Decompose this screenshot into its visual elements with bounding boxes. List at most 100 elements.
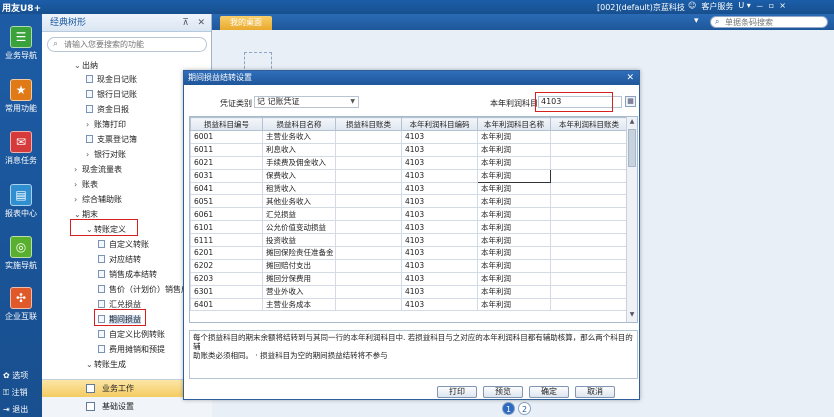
table-cell[interactable]	[335, 194, 402, 209]
table-cell[interactable]	[550, 168, 628, 183]
tree-node-reports[interactable]: › 账表	[74, 179, 98, 190]
table-row[interactable]: 6111 投资收益 4103 本年利润	[190, 233, 628, 248]
table-cell[interactable]: 本年利润	[477, 284, 551, 299]
table-cell[interactable]	[335, 297, 402, 312]
table-cell[interactable]: 租赁收入	[262, 181, 336, 196]
table-row[interactable]: 6021 手续费及佣金收入 4103 本年利润	[190, 155, 628, 170]
table-cell[interactable]: 4103	[401, 194, 478, 209]
table-row[interactable]: 6041 租赁收入 4103 本年利润	[190, 181, 628, 196]
table-cell[interactable]	[550, 246, 628, 260]
tree-leaf-custom-transfer[interactable]: 自定义转账	[98, 239, 149, 250]
service-icon[interactable]: ☺	[688, 1, 696, 12]
table-cell[interactable]: 本年利润	[477, 181, 551, 196]
table-cell[interactable]: 摊回保险责任准备金	[262, 246, 336, 260]
table-cell[interactable]: 6201	[190, 246, 263, 260]
table-row[interactable]: 6201 摊回保险责任准备金 4103 本年利润	[190, 246, 628, 260]
table-cell[interactable]	[550, 284, 628, 299]
table-cell[interactable]: 本年利润	[477, 142, 551, 157]
table-cell[interactable]: 投资收益	[262, 233, 336, 248]
tree-leaf-amortization[interactable]: 费用摊销和预提	[98, 344, 165, 355]
cancel-button[interactable]: 取消	[575, 386, 615, 398]
nav-business[interactable]: ☰ 业务导航	[0, 26, 42, 61]
table-cell[interactable]	[550, 130, 628, 144]
tree-leaf-sales-cost[interactable]: 销售成本结转	[98, 269, 157, 280]
table-cell[interactable]	[335, 207, 402, 222]
table-row[interactable]: 6202 摊回赔付支出 4103 本年利润	[190, 258, 628, 273]
table-cell[interactable]	[335, 155, 402, 170]
table-cell[interactable]: 4103	[401, 168, 478, 183]
table-cell[interactable]: 本年利润	[477, 233, 551, 248]
tree-node-transfer-generate[interactable]: ⌄转账生成	[86, 359, 126, 370]
table-cell[interactable]: 主营业务成本	[262, 297, 336, 312]
table-cell[interactable]: 本年利润	[477, 271, 551, 286]
table-cell[interactable]: 本年利润	[477, 258, 551, 273]
voucher-type-select[interactable]: 记 记账凭证 ▼	[254, 96, 359, 108]
table-cell[interactable]	[335, 181, 402, 196]
table-cell[interactable]: 6401	[190, 297, 263, 312]
column-header[interactable]: 本年利润科目账类	[550, 117, 628, 131]
column-header[interactable]: 损益科目名称	[262, 117, 336, 131]
tree-leaf-corresponding-transfer[interactable]: 对应结转	[98, 254, 141, 265]
table-cell[interactable]: 4103	[401, 297, 478, 312]
table-cell[interactable]: 4103	[401, 284, 478, 299]
table-cell[interactable]: 营业外收入	[262, 284, 336, 299]
tree-leaf-check-register[interactable]: 支票登记簿	[86, 134, 137, 145]
table-cell[interactable]	[335, 220, 402, 235]
tree-node-cash-flow[interactable]: › 现金流量表	[74, 164, 122, 175]
table-cell[interactable]: 公允价值变动损益	[262, 220, 336, 235]
table-row[interactable]: 6301 营业外收入 4103 本年利润	[190, 284, 628, 299]
preview-button[interactable]: 预览	[483, 386, 523, 398]
column-header[interactable]: 损益科目编号	[190, 117, 263, 131]
table-cell[interactable]	[335, 271, 402, 286]
tree-leaf-daily-report[interactable]: 资金日报	[86, 104, 129, 115]
table-cell[interactable]	[550, 194, 628, 209]
page-1-button[interactable]: 1	[502, 402, 515, 415]
table-cell[interactable]	[550, 258, 628, 273]
nav-enterprise[interactable]: ✣ 企业互联	[0, 287, 42, 322]
table-cell[interactable]: 本年利润	[477, 194, 551, 209]
tree-node-book-print[interactable]: › 账簿打印	[86, 119, 126, 130]
table-cell[interactable]: 6001	[190, 130, 263, 144]
table-row[interactable]: 6203 摊回分保费用 4103 本年利润	[190, 271, 628, 286]
table-cell[interactable]: 本年利润	[477, 297, 551, 312]
table-cell[interactable]	[550, 233, 628, 248]
page-2-button[interactable]: 2	[518, 402, 531, 415]
table-cell[interactable]	[335, 130, 402, 144]
table-cell[interactable]: 摊回分保费用	[262, 271, 336, 286]
table-row[interactable]: 6101 公允价值变动损益 4103 本年利润	[190, 220, 628, 235]
table-cell[interactable]: 本年利润	[477, 155, 551, 170]
minimize-button[interactable]: －	[756, 1, 764, 12]
scroll-up-icon[interactable]: ▲	[628, 118, 636, 128]
table-cell[interactable]: 6101	[190, 220, 263, 235]
table-cell[interactable]: 本年利润	[477, 207, 551, 222]
nav-implementation[interactable]: ◎ 实施导航	[0, 236, 42, 271]
table-cell[interactable]	[550, 142, 628, 157]
table-cell[interactable]	[550, 207, 628, 222]
reference-icon[interactable]: ▦	[625, 96, 636, 107]
tree-leaf-cash-journal[interactable]: 现金日记账	[86, 74, 137, 85]
close-icon[interactable]: ✕	[197, 18, 205, 28]
tab-my-desktop[interactable]: 我的桌面	[220, 16, 272, 30]
table-cell[interactable]: 6021	[190, 155, 263, 170]
table-cell[interactable]: 6301	[190, 284, 263, 299]
close-button[interactable]: ×	[779, 1, 786, 12]
table-cell[interactable]: 4103	[401, 246, 478, 260]
table-cell[interactable]: 4103	[401, 233, 478, 248]
scroll-down-icon[interactable]: ▼	[628, 311, 636, 321]
table-cell[interactable]: 4103	[401, 271, 478, 286]
table-cell[interactable]: 4103	[401, 130, 478, 144]
table-cell[interactable]: 4103	[401, 220, 478, 235]
column-header[interactable]: 本年利润科目编码	[401, 117, 478, 131]
table-row[interactable]: 6001 主营业务收入 4103 本年利润	[190, 130, 628, 144]
table-cell[interactable]: 本年利润	[477, 246, 551, 260]
table-cell[interactable]	[335, 258, 402, 273]
table-cell[interactable]: 6051	[190, 194, 263, 209]
print-button[interactable]: 打印	[437, 386, 477, 398]
table-row[interactable]: 6031 保费收入 4103 本年利润	[190, 168, 628, 183]
table-cell[interactable]	[550, 271, 628, 286]
table-cell[interactable]	[335, 284, 402, 299]
table-cell[interactable]	[550, 181, 628, 196]
module-basic-settings[interactable]: 基础设置	[42, 398, 212, 415]
table-cell[interactable]: 保费收入	[262, 168, 336, 183]
table-cell[interactable]: 本年利润	[477, 220, 551, 235]
